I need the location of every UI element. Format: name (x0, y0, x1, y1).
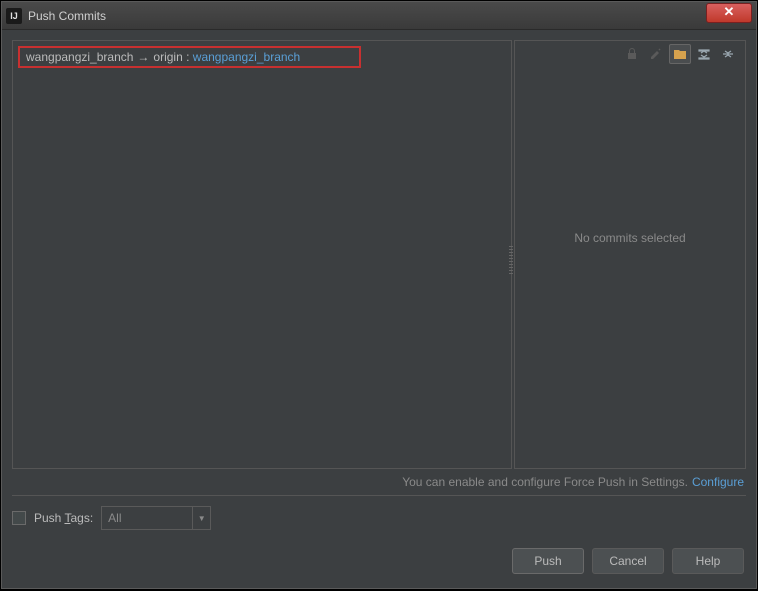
arrow-icon: → (137, 50, 149, 64)
details-toolbar (515, 41, 745, 67)
empty-message: No commits selected (515, 67, 745, 468)
dialog-buttons: Push Cancel Help (12, 548, 746, 578)
chevron-down-icon: ▼ (192, 507, 210, 529)
push-tags-label: Push Tags: (34, 511, 93, 525)
push-commits-dialog: IJ Push Commits ✕ wangpangzi_branch → or… (1, 1, 757, 589)
branch-row[interactable]: wangpangzi_branch → origin : wangpangzi_… (18, 46, 361, 68)
collapse-all-icon[interactable] (717, 44, 739, 64)
app-icon: IJ (6, 8, 22, 24)
close-button[interactable]: ✕ (706, 3, 752, 23)
commits-tree-panel[interactable]: wangpangzi_branch → origin : wangpangzi_… (12, 40, 512, 469)
remote-origin-label: origin : (153, 50, 189, 64)
remote-branch-link[interactable]: wangpangzi_branch (193, 50, 300, 64)
help-button[interactable]: Help (672, 548, 744, 574)
close-icon: ✕ (724, 4, 735, 19)
commit-details-panel: No commits selected (514, 40, 746, 469)
push-tags-row: Push Tags: All ▼ (12, 506, 746, 530)
dialog-content: wangpangzi_branch → origin : wangpangzi_… (2, 30, 756, 588)
dropdown-value: All (108, 511, 121, 525)
window-title: Push Commits (28, 9, 706, 23)
lock-icon (621, 44, 643, 64)
force-push-hint: You can enable and configure Force Push … (12, 469, 746, 495)
configure-link[interactable]: Configure (692, 475, 744, 489)
splitter-handle[interactable] (509, 246, 513, 276)
push-tags-checkbox[interactable] (12, 511, 26, 525)
expand-all-icon[interactable] (693, 44, 715, 64)
push-tags-dropdown[interactable]: All ▼ (101, 506, 211, 530)
title-bar: IJ Push Commits ✕ (2, 2, 756, 30)
group-by-folder-icon[interactable] (669, 44, 691, 64)
local-branch-name: wangpangzi_branch (26, 50, 133, 64)
panels-area: wangpangzi_branch → origin : wangpangzi_… (12, 40, 746, 469)
bottom-area: Push Tags: All ▼ Push Cancel Help (12, 495, 746, 578)
push-button[interactable]: Push (512, 548, 584, 574)
hint-text: You can enable and configure Force Push … (402, 475, 688, 489)
edit-icon (645, 44, 667, 64)
cancel-button[interactable]: Cancel (592, 548, 664, 574)
